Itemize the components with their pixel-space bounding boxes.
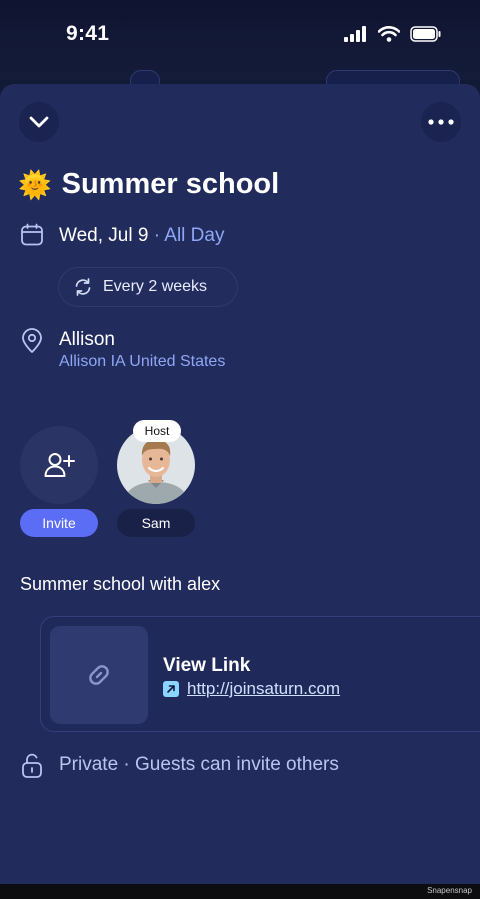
event-date-text: Wed, Jul 9 — [59, 225, 149, 246]
more-icon — [428, 119, 454, 125]
invite-label[interactable]: Invite — [20, 509, 98, 537]
date-separator: · — [148, 225, 165, 246]
battery-icon — [410, 26, 441, 42]
chevron-down-icon — [29, 116, 49, 128]
event-description[interactable]: Summer school with alex — [20, 574, 220, 595]
recurrence-pill[interactable]: Every 2 weeks — [58, 267, 238, 307]
location-address[interactable]: Allison IA United States — [59, 353, 225, 371]
link-icon — [89, 665, 109, 685]
collapse-button[interactable] — [19, 102, 59, 142]
add-user-icon — [44, 453, 75, 477]
status-bar: 9:41 — [0, 0, 480, 80]
calendar-icon — [21, 223, 43, 246]
watermark-text: Snapensnap — [427, 886, 472, 895]
status-time: 9:41 — [66, 22, 110, 45]
location-name[interactable]: Allison — [59, 329, 115, 351]
external-link-icon — [163, 681, 179, 697]
host-name[interactable]: Sam — [117, 509, 195, 537]
wifi-icon — [378, 26, 400, 42]
link-url[interactable]: http://joinsaturn.com — [187, 679, 340, 699]
status-icons — [344, 26, 442, 42]
privacy-setting[interactable]: Private · Guests can invite others — [59, 754, 339, 776]
unlock-icon — [22, 753, 42, 778]
event-emoji: 🌞 — [18, 169, 52, 200]
more-options-button[interactable] — [421, 102, 461, 142]
all-day-label: All Day — [164, 225, 225, 246]
invite-button[interactable] — [20, 426, 98, 504]
privacy-detail: Guests can invite others — [135, 754, 339, 775]
recurrence-label: Every 2 weeks — [103, 278, 208, 295]
bottom-bar — [0, 884, 480, 899]
location-pin-icon — [22, 328, 42, 353]
event-title-row: 🌞 Summer school — [18, 168, 279, 201]
link-card[interactable]: View Link http://joinsaturn.com — [40, 616, 480, 732]
event-date[interactable]: Wed, Jul 9 · All Day — [59, 225, 224, 247]
link-title: View Link — [163, 655, 251, 676]
repeat-icon — [75, 278, 91, 296]
host-badge: Host — [133, 420, 181, 442]
link-url-row[interactable]: http://joinsaturn.com — [163, 679, 340, 699]
event-detail-sheet: 🌞 Summer school Wed, Jul 9 · All Day Eve… — [0, 84, 480, 884]
privacy-label: Private · — [59, 754, 136, 775]
cellular-signal-icon — [344, 26, 366, 42]
link-thumbnail — [50, 626, 148, 724]
event-title[interactable]: Summer school — [62, 168, 280, 201]
